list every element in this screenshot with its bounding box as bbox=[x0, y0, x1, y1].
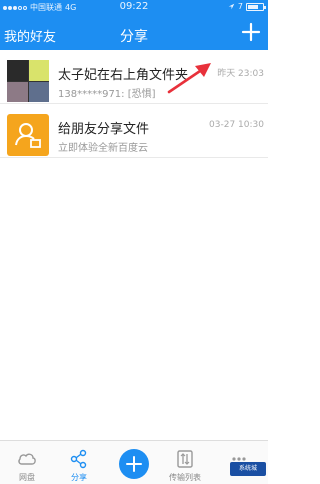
share-item-time: 03-27 10:30 bbox=[209, 120, 264, 130]
tab-share[interactable]: 分享 bbox=[54, 441, 104, 484]
plus-icon bbox=[126, 456, 142, 472]
share-item[interactable]: 太子妃在右上角文件夹 138*****971: [恐惧] 昨天 23:03 bbox=[0, 50, 268, 104]
page-title: 分享 bbox=[120, 29, 148, 45]
share-item-title: 给朋友分享文件 bbox=[58, 122, 150, 137]
share-item[interactable]: 给朋友分享文件 立即体验全新百度云 03-27 10:30 bbox=[0, 104, 268, 158]
add-icon[interactable] bbox=[240, 21, 262, 43]
watermark-logo: 系统城 bbox=[230, 462, 266, 476]
tab-label: 传输列表 bbox=[169, 473, 201, 482]
tab-label: 分享 bbox=[71, 473, 87, 482]
tab-netdisk[interactable]: 网盘 bbox=[2, 441, 52, 484]
battery-icon bbox=[246, 2, 266, 11]
my-friends-link[interactable]: 我的好友 bbox=[4, 26, 56, 45]
share-item-time: 昨天 23:03 bbox=[217, 69, 264, 79]
share-item-subtitle: 138*****971: [恐惧] bbox=[58, 89, 156, 100]
location-icon bbox=[228, 3, 235, 10]
group-avatar bbox=[7, 60, 49, 102]
share-item-subtitle: 立即体验全新百度云 bbox=[58, 143, 148, 154]
transfer-icon bbox=[177, 450, 193, 468]
share-item-title: 太子妃在右上角文件夹 bbox=[58, 68, 189, 83]
upload-plus-button[interactable] bbox=[119, 449, 149, 479]
battery-text: 7 bbox=[237, 2, 243, 11]
tab-label: 网盘 bbox=[19, 473, 35, 482]
share-list: 太子妃在右上角文件夹 138*****971: [恐惧] 昨天 23:03 给朋… bbox=[0, 50, 268, 158]
status-bar: 中国联通 4G 09:22 7 bbox=[0, 0, 268, 14]
tab-transfer-list[interactable]: 传输列表 bbox=[160, 441, 210, 484]
share-friend-icon bbox=[7, 114, 49, 156]
top-bar: 中国联通 4G 09:22 7 我的好友 分享 bbox=[0, 0, 268, 50]
cloud-icon bbox=[18, 453, 36, 465]
share-icon bbox=[70, 449, 87, 469]
